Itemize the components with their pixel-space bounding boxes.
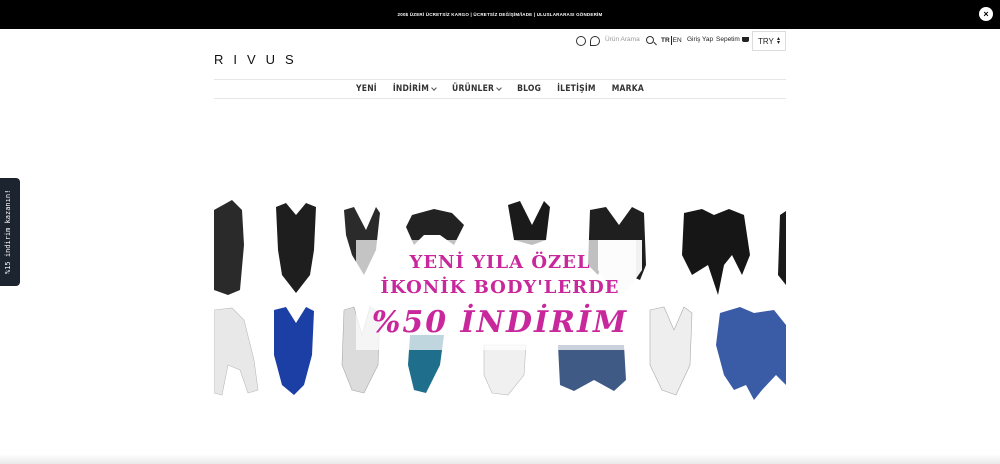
chevron-down-icon [496,85,502,91]
login-link[interactable]: Giriş Yap [687,36,713,43]
nav-item-yeni[interactable]: YENİ [356,84,377,94]
lang-en[interactable]: EN [673,37,682,44]
cart-label: Sepetim [716,36,740,43]
select-arrows-icon: ▴ ▾ [776,36,780,46]
promo-line-2: İKONİK BODY'LERDE [380,277,620,298]
cart-link[interactable]: Sepetim [716,36,749,43]
main-nav: YENİ İNDİRİM ÜRÜNLER BLOG İLETİŞİM MARKA [214,80,786,98]
page-bottom-edge [0,454,1000,464]
lang-tr[interactable]: TR [661,37,670,44]
garment-top-5 [508,201,550,245]
nav-item-iletisim[interactable]: İLETİŞİM [557,84,596,94]
promo-banner[interactable]: YENİ YILA ÖZEL İKONİK BODY'LERDE %50 İND… [214,195,786,405]
lang-divider [670,36,672,45]
whatsapp-icon[interactable] [576,36,586,46]
promo-line-1: YENİ YILA ÖZEL [409,252,591,273]
side-tab-label: %15 indirim kazanın! [4,189,12,274]
nav-item-marka[interactable]: MARKA [612,84,644,94]
garment-top-8 [778,211,786,285]
discount-side-tab[interactable]: %15 indirim kazanın! [0,178,20,286]
garment-bottom-5 [483,344,527,396]
close-icon[interactable]: × [979,7,993,21]
currency-value: TRY [758,37,774,46]
search-input[interactable]: Ürün Arama [605,36,640,43]
chevron-down-icon [431,85,437,91]
nav-divider-bottom [214,98,786,99]
nav-item-indirim[interactable]: İNDİRİM [393,84,437,94]
phone-icon[interactable] [590,36,600,46]
language-switcher[interactable]: TR EN [661,36,682,45]
garment-bottom-6 [558,345,626,391]
nav-item-urunler[interactable]: ÜRÜNLER [452,84,502,94]
currency-select[interactable]: TRY ▴ ▾ [752,31,786,51]
promo-line-3: %50 İNDİRİM [371,305,629,340]
announcement-text: 200$ ÜZERİ ÜCRETSİZ KARGO | ÜCRETSİZ DEĞ… [397,12,603,17]
announcement-bar: 200$ ÜZERİ ÜCRETSİZ KARGO | ÜCRETSİZ DEĞ… [0,0,1000,29]
cart-icon [741,36,749,42]
nav-item-blog[interactable]: BLOG [517,84,541,94]
brand-logo[interactable]: RIVUS [214,52,304,67]
search-icon[interactable] [646,36,654,44]
